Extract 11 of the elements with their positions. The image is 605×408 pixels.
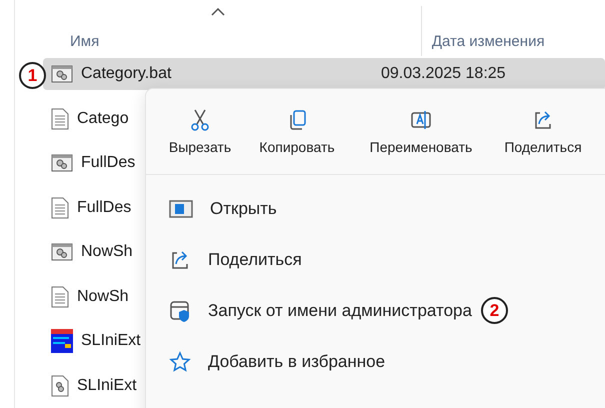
file-name: SLIniExt	[77, 376, 138, 395]
file-name: SLIniExt	[81, 332, 142, 350]
file-name: Catego	[77, 110, 130, 128]
file-name: FullDes	[77, 198, 132, 217]
annotation-marker: 1	[19, 62, 46, 89]
file-date: 09.03.2025 18:25	[381, 65, 506, 84]
file-name: NowSh	[77, 288, 130, 306]
file-name: NowSh	[81, 243, 134, 262]
file-name: FullDes	[81, 154, 136, 172]
file-name: Category.bat	[81, 65, 172, 84]
annotation-marker: 2	[480, 297, 508, 324]
